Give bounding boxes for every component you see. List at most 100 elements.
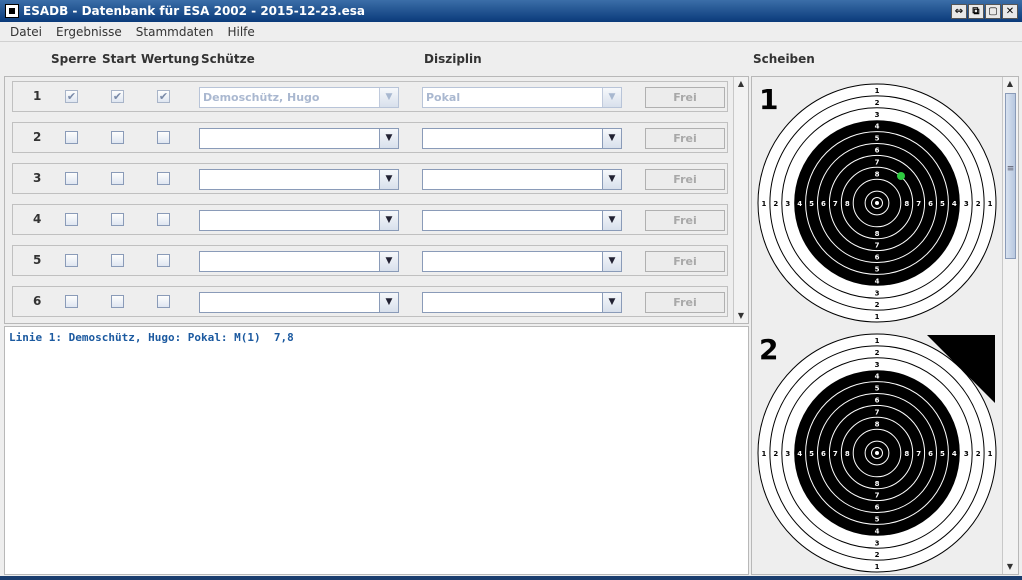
sperre-checkbox[interactable] <box>65 295 78 308</box>
menu-hilfe[interactable]: Hilfe <box>219 25 260 39</box>
disziplin-combobox[interactable]: ▼ <box>422 292 622 313</box>
scroll-up-icon[interactable]: ▲ <box>1003 77 1017 91</box>
disziplin-combobox[interactable]: ▼ <box>422 251 622 272</box>
start-checkbox[interactable] <box>111 172 124 185</box>
disziplin-combobox[interactable]: ▼ <box>422 169 622 190</box>
menu-stammdaten[interactable]: Stammdaten <box>128 25 220 39</box>
wertung-checkbox[interactable] <box>157 213 170 226</box>
ring-label: 6 <box>875 396 880 404</box>
ring-label: 7 <box>916 450 921 458</box>
frei-button[interactable]: Frei <box>645 169 725 190</box>
targets-scrollbar[interactable]: ▲ ▼ <box>1002 77 1018 574</box>
ring-label: 2 <box>976 200 981 208</box>
chevron-down-icon[interactable]: ▼ <box>379 170 398 189</box>
schuetze-value: Demoschütz, Hugo <box>203 91 320 104</box>
wertung-checkbox[interactable] <box>157 295 170 308</box>
ring-label: 6 <box>875 146 880 154</box>
target-center <box>875 451 879 455</box>
scroll-down-icon[interactable]: ▼ <box>734 309 748 323</box>
sperre-checkbox[interactable] <box>65 131 78 144</box>
ring-label: 6 <box>875 504 880 512</box>
start-checkbox[interactable] <box>111 254 124 267</box>
line-number: 2 <box>33 130 42 144</box>
targets-canvas: 111 1222 2333 3444 4555 5666 6777 7888 8111 1222 2… <box>757 83 997 573</box>
start-checkbox[interactable] <box>111 295 124 308</box>
log-line: Linie 1: Demoschütz, Hugo: Pokal: M(1) 7… <box>9 331 294 344</box>
ring-label: 4 <box>875 123 880 131</box>
scrollbar-thumb[interactable] <box>1005 93 1016 259</box>
scroll-down-icon[interactable]: ▼ <box>1003 560 1017 574</box>
ring-label: 1 <box>875 87 880 95</box>
restore-icon[interactable]: ⧉ <box>968 3 984 19</box>
log-output[interactable]: Linie 1: Demoschütz, Hugo: Pokal: M(1) 7… <box>4 326 749 575</box>
chevron-down-icon[interactable]: ▼ <box>379 211 398 230</box>
header-disziplin: Disziplin <box>424 52 482 66</box>
sperre-checkbox[interactable] <box>65 172 78 185</box>
frei-button[interactable]: Frei <box>645 87 725 108</box>
start-checkbox[interactable] <box>111 213 124 226</box>
ring-label: 3 <box>875 289 880 297</box>
wertung-checkbox[interactable] <box>157 172 170 185</box>
schuetze-combobox[interactable]: ▼ <box>199 169 399 190</box>
disziplin-combobox[interactable]: Pokal ▼ <box>422 87 622 108</box>
wertung-checkbox[interactable] <box>157 254 170 267</box>
schuetze-combobox[interactable]: ▼ <box>199 128 399 149</box>
frei-button[interactable]: Frei <box>645 292 725 313</box>
frei-button[interactable]: Frei <box>645 210 725 231</box>
sperre-checkbox[interactable]: ✔ <box>65 90 78 103</box>
ring-label: 8 <box>845 450 850 458</box>
line-number: 5 <box>33 253 42 267</box>
chevron-down-icon[interactable]: ▼ <box>602 170 621 189</box>
header-start: Start <box>102 52 137 66</box>
header-sperre: Sperre <box>51 52 97 66</box>
ring-label: 7 <box>833 200 838 208</box>
frei-button[interactable]: Frei <box>645 128 725 149</box>
line-number: 1 <box>33 89 42 103</box>
wertung-checkbox[interactable] <box>157 131 170 144</box>
ring-label: 4 <box>952 200 957 208</box>
chevron-down-icon[interactable]: ▼ <box>602 88 621 107</box>
ring-label: 7 <box>916 200 921 208</box>
frei-button[interactable]: Frei <box>645 251 725 272</box>
chevron-down-icon[interactable]: ▼ <box>602 211 621 230</box>
disziplin-combobox[interactable]: ▼ <box>422 210 622 231</box>
start-checkbox[interactable] <box>111 131 124 144</box>
lines-panel: 1 ✔ ✔ ✔ Demoschütz, Hugo ▼ Pokal ▼ Frei 2 ▼ ▼ Frei 3 ▼… <box>4 76 749 324</box>
schuetze-combobox[interactable]: Demoschütz, Hugo ▼ <box>199 87 399 108</box>
schuetze-combobox[interactable]: ▼ <box>199 292 399 313</box>
schuetze-combobox[interactable]: ▼ <box>199 251 399 272</box>
line-row: 4 ▼ ▼ Frei <box>12 204 728 235</box>
menu-datei[interactable]: Datei <box>0 25 48 39</box>
chevron-down-icon[interactable]: ▼ <box>379 293 398 312</box>
target-number: 1 <box>759 83 779 116</box>
sperre-checkbox[interactable] <box>65 254 78 267</box>
chevron-down-icon[interactable]: ▼ <box>379 129 398 148</box>
chevron-down-icon[interactable]: ▼ <box>379 252 398 271</box>
ring-label: 1 <box>875 313 880 321</box>
close-icon[interactable]: ✕ <box>1002 3 1018 19</box>
ring-label: 8 <box>875 230 880 238</box>
line-row: 6 ▼ ▼ Frei <box>12 286 728 317</box>
wertung-checkbox[interactable]: ✔ <box>157 90 170 103</box>
scroll-up-icon[interactable]: ▲ <box>734 77 748 91</box>
ring-label: 5 <box>809 200 814 208</box>
maximize-icon[interactable]: ▢ <box>985 3 1001 19</box>
line-row: 3 ▼ ▼ Frei <box>12 163 728 194</box>
chevron-down-icon[interactable]: ▼ <box>602 293 621 312</box>
ring-label: 4 <box>875 373 880 381</box>
lines-scrollbar[interactable]: ▲ ▼ <box>733 77 748 323</box>
chevron-down-icon[interactable]: ▼ <box>379 88 398 107</box>
chevron-down-icon[interactable]: ▼ <box>602 129 621 148</box>
ring-label: 2 <box>875 349 880 357</box>
chevron-down-icon[interactable]: ▼ <box>602 252 621 271</box>
start-checkbox[interactable]: ✔ <box>111 90 124 103</box>
ring-label: 6 <box>928 200 933 208</box>
detach-icon[interactable]: ⇔ <box>951 3 967 19</box>
disziplin-combobox[interactable]: ▼ <box>422 128 622 149</box>
menu-ergebnisse[interactable]: Ergebnisse <box>48 25 128 39</box>
disziplin-value: Pokal <box>426 91 461 104</box>
sperre-checkbox[interactable] <box>65 213 78 226</box>
line-number: 6 <box>33 294 42 308</box>
ring-label: 4 <box>875 527 880 535</box>
schuetze-combobox[interactable]: ▼ <box>199 210 399 231</box>
